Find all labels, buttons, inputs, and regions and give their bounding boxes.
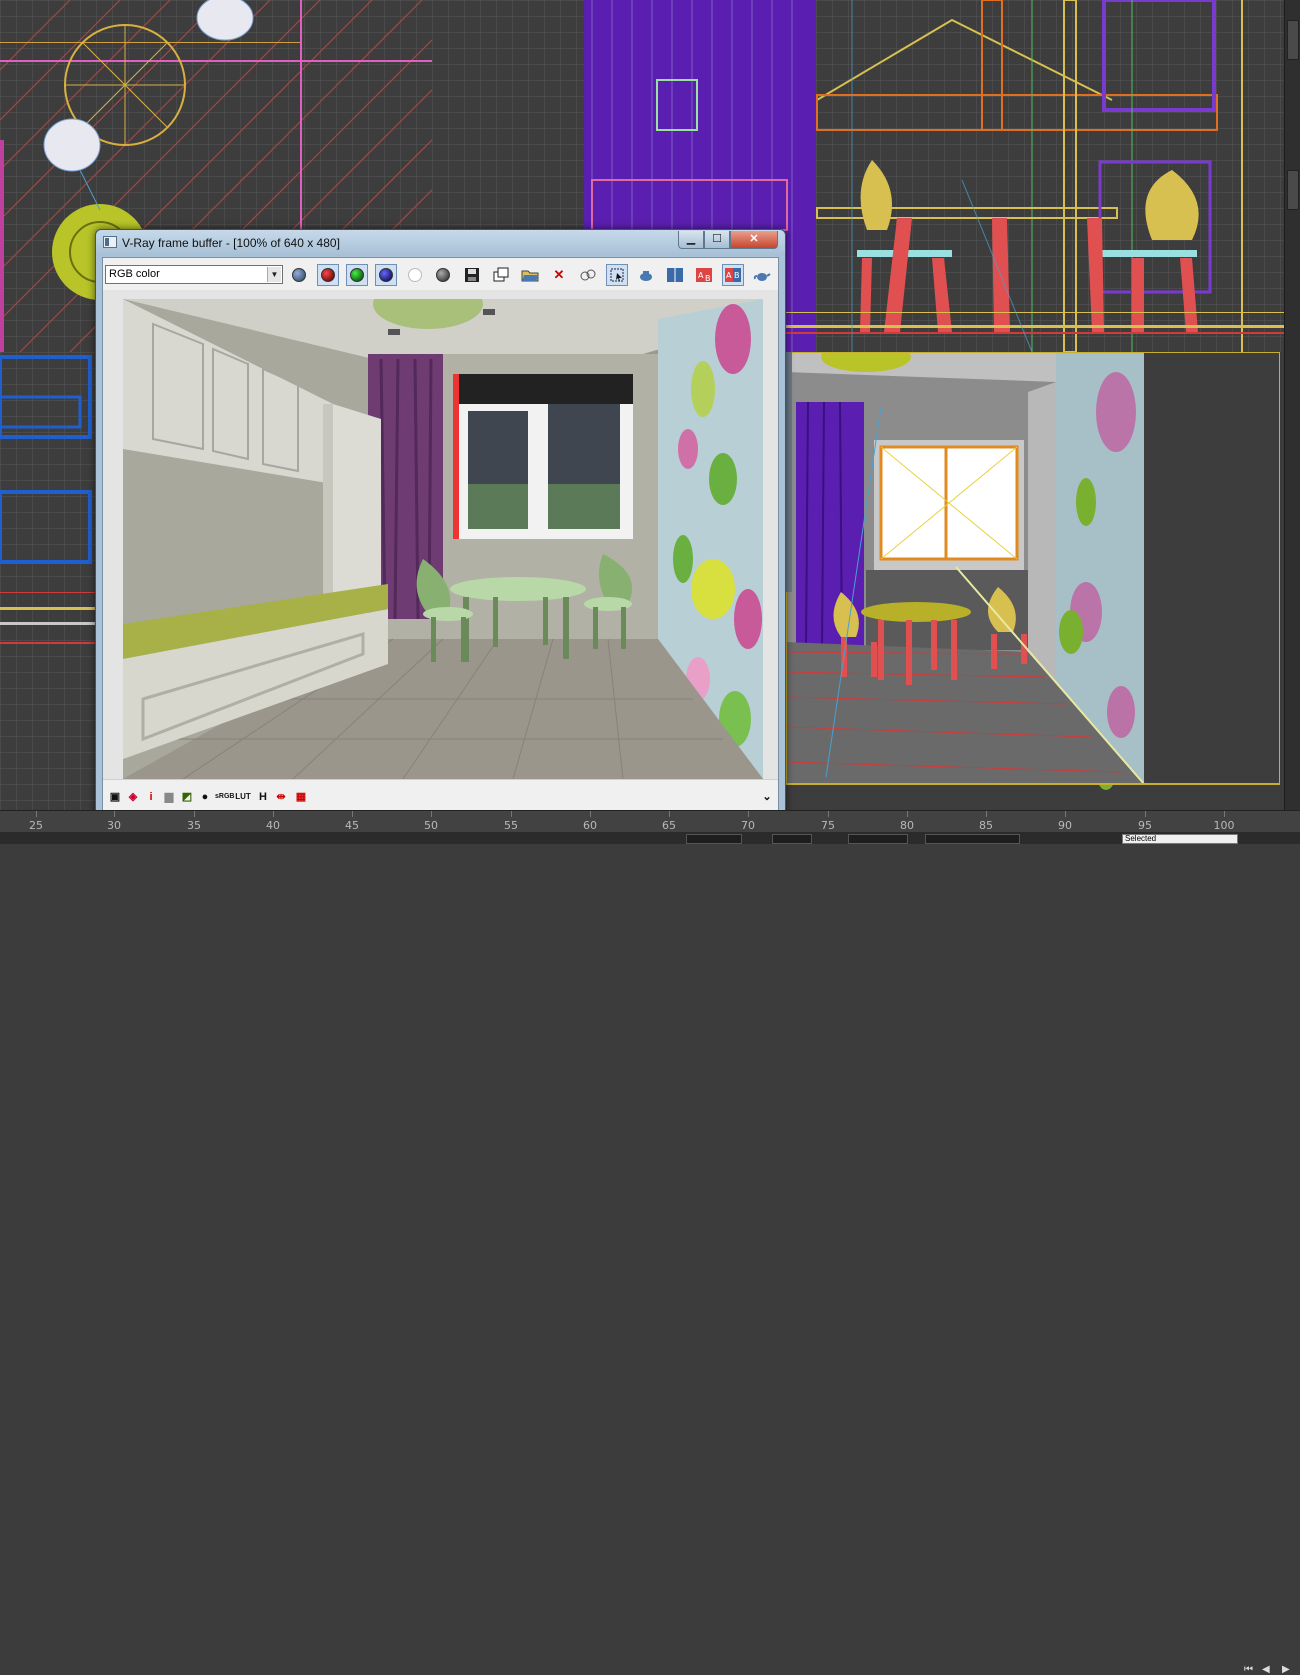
ruler-label: 50 [424,819,438,832]
grid-field[interactable] [925,834,1020,844]
levels-icon[interactable]: ▆ [161,790,177,804]
ruler-label: 60 [583,819,597,832]
ruler-tick [511,811,512,817]
go-to-start-icon[interactable]: ⏮ [1244,1665,1256,1675]
status-bar: Selected ⏮ ◀ ▶ [0,832,1300,1675]
ruler-tick [36,811,37,817]
save-icon[interactable] [461,264,483,286]
blue-channel-icon[interactable] [375,264,397,286]
svg-text:A: A [698,271,704,280]
timeline-ruler[interactable]: 25 30 35 40 45 50 55 60 65 70 75 80 85 9… [0,810,1300,832]
selection-filter-dropdown[interactable]: Selected [1122,834,1238,844]
region-render-icon[interactable] [606,264,628,286]
ruler-tick [907,811,908,817]
ruler-tick [1224,811,1225,817]
ruler-label: 40 [266,819,280,832]
z-coordinate-field[interactable] [848,834,908,844]
ruler-label: 55 [504,819,518,832]
info-icon[interactable]: i [143,790,159,804]
ruler-tick [748,811,749,817]
ruler-tick [1065,811,1066,817]
srgb-icon[interactable]: sRGB [215,790,234,804]
color-sphere-icon[interactable] [288,264,310,286]
render-scene [123,299,763,779]
vfb-bottom-toolbar: ▣ ◈ i ▆ ◩ ● sRGB LUT H ⇹ ▦ ⌄ [103,779,778,812]
expand-chevron-icon[interactable]: ⌄ [759,790,775,804]
window-title: V-Ray frame buffer - [100% of 640 x 480] [122,236,340,250]
render-last-icon[interactable] [635,264,657,286]
ab-horizontal-icon[interactable]: AB [693,264,715,286]
panel-tab-button[interactable] [1287,20,1299,60]
svg-text:B: B [734,271,740,280]
color-balance-icon[interactable]: ◈ [125,790,141,804]
window-app-icon [103,236,117,248]
panel-tab-button[interactable] [1287,170,1299,210]
vfb-toolbar: RGB color ▼ ✕ A B A B [103,258,778,290]
ruler-label: 65 [662,819,676,832]
teapot-render-icon[interactable] [751,264,773,286]
viewport-perspective[interactable] [786,352,1280,810]
lut-icon[interactable]: LUT [235,790,251,804]
ruler-tick [669,811,670,817]
chevron-down-icon[interactable]: ▼ [267,267,281,282]
grey-sphere-icon[interactable] [432,264,454,286]
ruler-tick [352,811,353,817]
minimize-button[interactable]: ▁ [678,231,704,249]
ruler-tick [986,811,987,817]
ruler-label: 45 [345,819,359,832]
ruler-label: 85 [979,819,993,832]
ruler-label: 75 [821,819,835,832]
ruler-tick [590,811,591,817]
ruler-label: 35 [187,819,201,832]
open-folder-icon[interactable] [519,264,541,286]
ruler-tick [828,811,829,817]
x-coordinate-field[interactable] [686,834,742,844]
ruler-label: 90 [1058,819,1072,832]
ruler-label: 80 [900,819,914,832]
exposure-icon[interactable]: ● [197,790,213,804]
display-correction-icon[interactable]: ▣ [107,790,123,804]
history-icon[interactable]: H [255,790,271,804]
window-titlebar[interactable]: V-Ray frame buffer - [100% of 640 x 480]… [96,230,785,256]
vray-frame-buffer-window[interactable]: V-Ray frame buffer - [100% of 640 x 480]… [95,229,786,818]
ruler-label: 70 [741,819,755,832]
channel-select-value: RGB color [109,268,160,280]
svg-text:B: B [705,274,711,283]
close-button[interactable]: ✕ [730,231,778,249]
ruler-tick [431,811,432,817]
ruler-label: 30 [107,819,121,832]
curves-icon[interactable]: ◩ [179,790,195,804]
play-icon[interactable]: ▶ [1282,1665,1294,1675]
ruler-label: 95 [1138,819,1152,832]
compare-icon[interactable] [664,264,686,286]
stereo-icon[interactable]: ⇹ [273,790,289,804]
pixel-aspect-icon[interactable]: ▦ [293,790,309,804]
green-channel-icon[interactable] [346,264,368,286]
y-coordinate-field[interactable] [772,834,812,844]
viewport-perspective-scene [786,352,1280,810]
svg-text:A: A [726,271,732,280]
white-sphere-icon[interactable] [404,264,426,286]
ruler-tick [114,811,115,817]
frame-buffer-client: RGB color ▼ ✕ A B A B ▣ ◈ i ▆ ◩ ● sRGB L… [102,257,779,812]
ruler-label: 25 [29,819,43,832]
track-mouse-icon[interactable] [577,264,599,286]
ruler-label: 100 [1213,819,1235,832]
command-panel-strip[interactable] [1284,0,1300,810]
ruler-tick [1145,811,1146,817]
red-channel-icon[interactable] [317,264,339,286]
previous-frame-icon[interactable]: ◀ [1262,1665,1274,1675]
render-canvas-area[interactable] [103,290,778,779]
channel-select[interactable]: RGB color ▼ [105,265,283,284]
ruler-tick [273,811,274,817]
ruler-tick [194,811,195,817]
maximize-button[interactable]: ☐ [704,231,730,249]
clear-icon[interactable]: ✕ [548,264,570,286]
ab-vertical-icon[interactable]: AB [722,264,744,286]
clone-frame-icon[interactable] [490,264,512,286]
rendered-image [123,299,763,779]
